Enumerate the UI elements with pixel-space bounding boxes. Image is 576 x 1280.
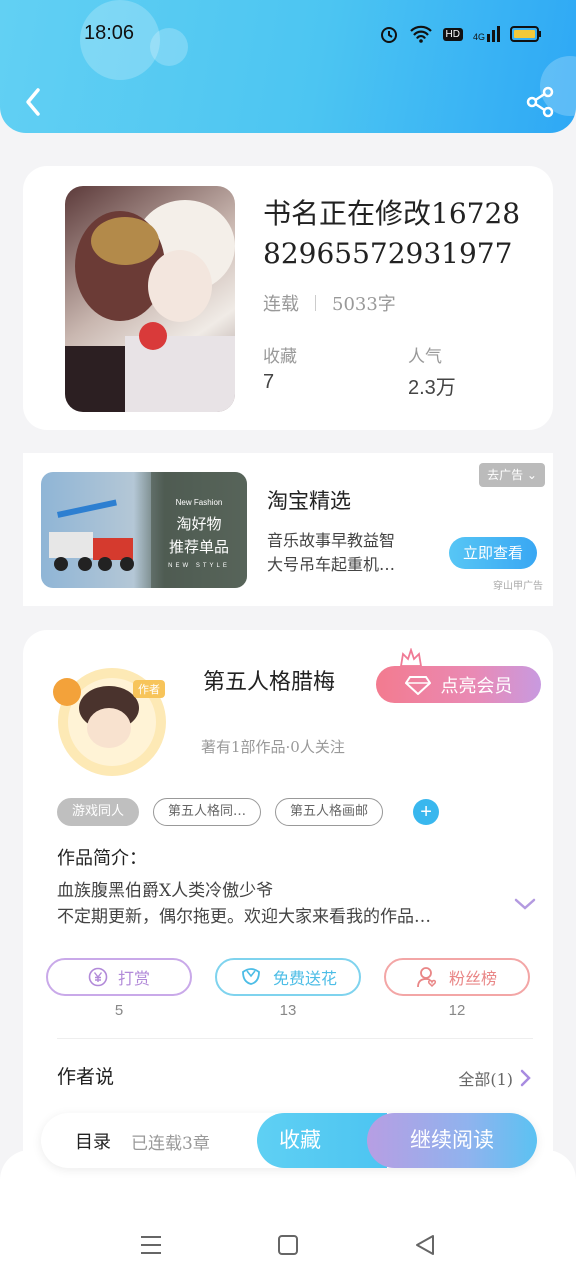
tag-list: 游戏同人 第五人格同… 第五人格画邮 + [57,798,440,826]
author-card: 作者 第五人格腊梅 点亮会员 著有1部作品·0人关注 游戏同人 第五人格同… 第… [23,630,553,1190]
crown-icon [399,648,423,667]
avatar-badge-text: 作者 [138,683,160,696]
hd-icon: HD [442,27,463,41]
ad-description: 音乐故事早教益智 大号吊车起重机… [267,531,396,574]
tag-item[interactable]: 游戏同人 [57,798,140,826]
decor-bubble [150,28,188,66]
tag-item[interactable]: 第五人格同… [153,798,262,826]
status-icons: HD 4G [379,24,542,44]
cover-illustration [65,200,235,412]
continue-reading-button[interactable]: 继续阅读 [367,1113,537,1168]
remove-ad-button[interactable]: 去广告 ⌄ [479,463,545,487]
send-flower-button[interactable]: 免费送花 [215,958,361,996]
fans-ranking-button[interactable]: 粉丝榜 [384,958,530,996]
author-says-all-link[interactable]: 全部(1) [458,1066,531,1090]
book-title: 书名正在修改1672882965572931977 [263,197,521,270]
intro-text: 血族腹黑伯爵X人类冷傲少爷 不定期更新，偶尔拖更。欢迎大家来看我的作品… [57,881,431,927]
book-cover-image[interactable] [65,186,235,412]
popularity-value: 2.3万 [408,377,456,399]
book-word-count: 5033字 [332,294,396,315]
menu-icon[interactable] [138,1232,164,1258]
battery-icon [510,26,541,42]
ad-banner[interactable]: New Fashion 淘好物 推荐单品 NEW STYLE 去广告 ⌄ 淘宝精… [23,453,553,606]
chevron-right-icon [520,1069,531,1087]
chevron-down-icon[interactable] [513,896,537,912]
meta-divider [315,295,316,311]
flower-icon [242,968,260,985]
reward-button[interactable]: 打赏 [46,958,192,996]
top-header: 18:06 HD 4G [0,0,576,133]
flower-count: 13 [279,1002,297,1019]
wifi-icon [409,25,432,43]
book-status: 连载 [263,294,299,315]
toc-button[interactable]: 目录 [75,1128,111,1154]
ad-source-label: 穿山甲广告 [493,581,543,592]
section-divider [57,1038,533,1039]
ad-title: 淘宝精选 [267,489,351,513]
reward-count: 5 [114,1002,124,1019]
tag-item[interactable]: 第五人格画邮 [275,798,384,826]
diamond-icon [404,675,431,695]
yen-coin-icon [88,967,108,987]
author-says-title: 作者说 [57,1066,115,1088]
author-name: 第五人格腊梅 [203,670,336,695]
reward-action: 打赏 5 [46,958,192,1019]
toy-truck-image [49,499,134,571]
chapter-count: 已连载3章 [131,1134,210,1154]
action-row: 打赏 5 免费送花 13 粉丝榜 12 [46,958,530,1019]
back-button[interactable] [18,84,50,120]
book-meta: 连载 5033字 [263,290,396,316]
author-avatar[interactable]: 作者 [37,662,187,782]
popularity-label: 人气 [408,347,442,367]
system-navigation-bar [0,1150,576,1280]
back-triangle-icon[interactable] [412,1232,438,1258]
share-button[interactable] [524,86,556,118]
bottom-action-bar: 目录 已连载3章 收藏 继续阅读 [41,1113,537,1168]
fans-count: 12 [448,1002,466,1019]
intro-label: 作品简介： [57,848,147,869]
user-heart-icon [417,967,437,988]
ad-image[interactable]: New Fashion 淘好物 推荐单品 NEW STYLE [41,472,247,588]
4g-signal-icon: 4G [473,26,500,42]
alarm-icon [380,27,397,43]
vip-button-label: 点亮会员 [440,675,513,697]
home-square-icon[interactable] [275,1232,301,1258]
fans-action: 粉丝榜 12 [384,958,530,1019]
status-time: 18:06 [84,22,135,44]
ad-image-caption: New Fashion 淘好物 推荐单品 NEW STYLE [151,472,247,588]
favorites-label: 收藏 [263,347,297,367]
vip-member-button[interactable]: 点亮会员 [376,666,541,703]
author-stats: 著有1部作品·0人关注 [201,738,345,756]
favorites-value: 7 [263,371,275,393]
book-info-card: 书名正在修改1672882965572931977 连载 5033字 收藏 7 … [23,166,553,430]
ad-cta-button[interactable]: 立即查看 [449,537,537,569]
add-tag-button[interactable]: + [413,799,440,825]
flower-action: 免费送花 13 [215,958,361,1019]
